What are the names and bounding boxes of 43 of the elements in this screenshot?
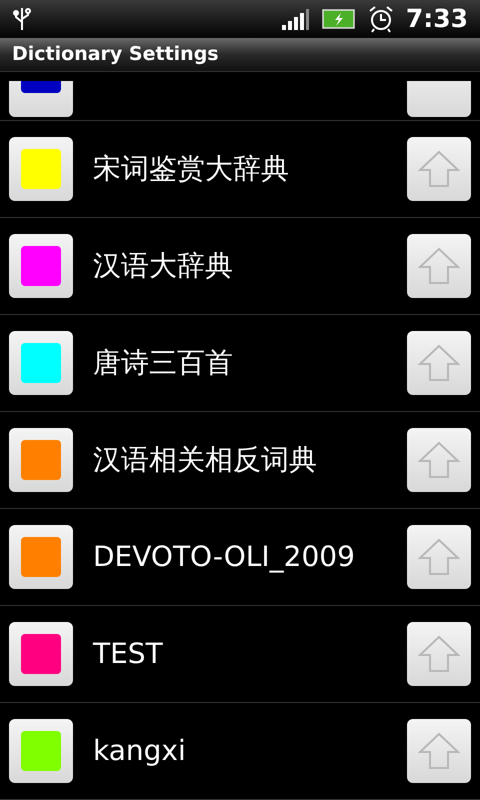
dictionary-row[interactable]: 宋词鉴赏大辞典 — [0, 121, 480, 218]
move-up-button[interactable] — [407, 719, 471, 783]
color-swatch-button[interactable] — [9, 719, 73, 783]
up-arrow-icon — [418, 441, 460, 479]
color-swatch-button[interactable] — [9, 234, 73, 298]
dictionary-name: TEST — [93, 636, 164, 672]
move-up-button[interactable] — [407, 525, 471, 589]
dictionary-row[interactable]: TEST — [0, 606, 480, 703]
color-swatch-button[interactable] — [9, 331, 73, 395]
color-swatch-button[interactable] — [9, 81, 73, 117]
dictionary-name: 宋词鉴赏大辞典 — [93, 151, 290, 187]
clock-time: 7:33 — [406, 3, 468, 36]
up-arrow-icon — [418, 538, 460, 576]
up-arrow-icon — [418, 344, 460, 382]
color-swatch-button[interactable] — [9, 622, 73, 686]
move-up-button[interactable] — [407, 428, 471, 492]
up-arrow-icon — [418, 635, 460, 673]
battery-charging-icon — [322, 9, 356, 29]
dictionary-row[interactable]: 唐诗三百首 — [0, 315, 480, 412]
dictionary-row[interactable]: kangxi — [0, 703, 480, 800]
signal-icon — [282, 8, 310, 30]
color-swatch-button[interactable] — [9, 428, 73, 492]
up-arrow-icon — [418, 247, 460, 285]
dictionary-row[interactable]: 汉语大辞典 — [0, 218, 480, 315]
dictionary-name: 汉语大辞典 — [93, 248, 234, 284]
color-swatch-button[interactable] — [9, 137, 73, 201]
move-up-button[interactable] — [407, 137, 471, 201]
dictionary-name: kangxi — [93, 733, 187, 769]
up-arrow-icon — [418, 732, 460, 770]
dictionary-name: 汉语相关相反词典 — [93, 442, 318, 478]
move-up-button[interactable] — [407, 622, 471, 686]
move-up-button[interactable] — [407, 331, 471, 395]
dictionary-name: 唐诗三百首 — [93, 345, 234, 381]
move-up-button[interactable] — [407, 81, 471, 117]
window-title: Dictionary Settings — [12, 42, 219, 68]
dictionary-row[interactable]: 汉语相关相反词典 — [0, 412, 480, 509]
up-arrow-icon — [418, 150, 460, 188]
dictionary-row[interactable]: DEVOTO-OLI_2009 — [0, 509, 480, 606]
alarm-clock-icon — [368, 5, 394, 33]
color-swatch-button[interactable] — [9, 525, 73, 589]
dictionary-name: DEVOTO-OLI_2009 — [93, 539, 356, 575]
move-up-button[interactable] — [407, 234, 471, 298]
usb-icon — [12, 6, 32, 32]
